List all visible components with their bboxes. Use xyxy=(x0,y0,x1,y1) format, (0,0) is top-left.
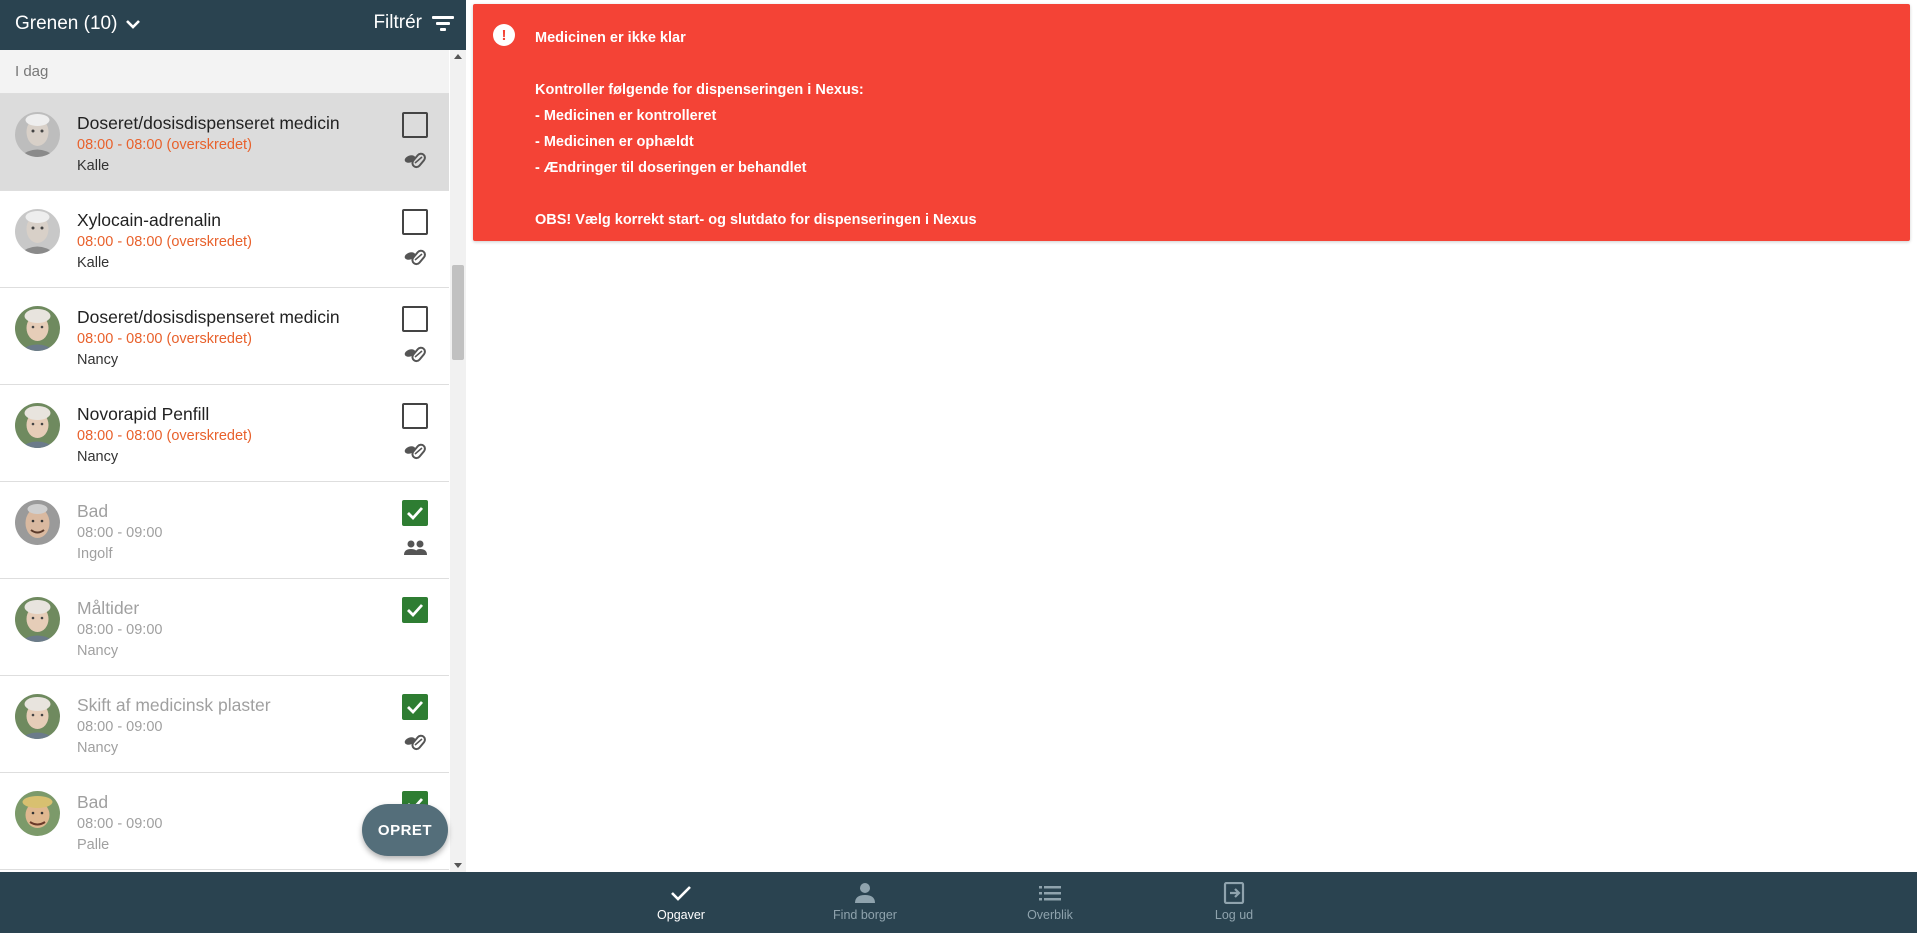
chevron-down-icon xyxy=(126,20,141,29)
alert-line: OBS! Vælg korrekt start- og slutdato for… xyxy=(535,212,977,228)
task-checkbox[interactable] xyxy=(402,403,428,429)
nav-label: Find borger xyxy=(833,908,897,922)
filter-icon xyxy=(432,15,454,31)
task-item[interactable]: Skift af medicinsk plaster 08:00 - 09:00… xyxy=(0,676,449,773)
avatar xyxy=(15,112,60,157)
task-checkbox[interactable] xyxy=(402,209,428,235)
alert-line: - Ændringer til doseringen er behandlet xyxy=(535,160,807,176)
create-button[interactable]: OPRET xyxy=(362,804,448,856)
section-label: I dag xyxy=(0,50,449,94)
task-checkbox[interactable] xyxy=(402,597,428,623)
alert-line: - Medicinen er ophældt xyxy=(535,134,694,150)
alert-line: Kontroller følgende for dispenseringen i… xyxy=(535,82,864,98)
task-checkbox[interactable] xyxy=(402,306,428,332)
task-time: 08:00 - 08:00 (overskredet) xyxy=(77,428,252,444)
check-icon xyxy=(407,701,424,715)
task-item[interactable]: Doseret/dosisdispenseret medicin 08:00 -… xyxy=(0,94,449,191)
logout-icon xyxy=(1223,882,1245,904)
task-title: Bad xyxy=(77,792,109,812)
avatar xyxy=(15,209,60,254)
task-item[interactable]: Xylocain-adrenalin 08:00 - 08:00 (oversk… xyxy=(0,191,449,288)
medicine-icon xyxy=(404,249,426,266)
task-time: 08:00 - 09:00 xyxy=(77,719,163,735)
people-icon xyxy=(404,540,427,555)
nav-label: Overblik xyxy=(1027,908,1073,922)
check-icon xyxy=(407,507,424,521)
task-time: 08:00 - 08:00 (overskredet) xyxy=(77,331,252,347)
task-time: 08:00 - 08:00 (overskredet) xyxy=(77,234,252,250)
scroll-down-arrow-icon[interactable] xyxy=(454,863,462,868)
task-checkbox[interactable] xyxy=(402,500,428,526)
avatar xyxy=(15,403,60,448)
medicine-icon xyxy=(404,346,426,363)
exclamation-icon: ! xyxy=(493,24,515,46)
task-title: Skift af medicinsk plaster xyxy=(77,695,271,715)
task-time: 08:00 - 08:00 (overskredet) xyxy=(77,137,252,153)
task-person: Ingolf xyxy=(77,546,113,562)
task-panel: Grenen (10) Filtrér I dag Doseret/dosisd… xyxy=(0,0,466,872)
nav-item-opgaver[interactable]: Opgaver xyxy=(621,872,741,933)
task-item[interactable]: Bad 08:00 - 09:00 Ingolf xyxy=(0,482,449,579)
task-panel-header: Grenen (10) Filtrér xyxy=(0,0,466,50)
check-icon xyxy=(407,604,424,618)
task-item[interactable]: Novorapid Penfill 08:00 - 08:00 (overskr… xyxy=(0,385,449,482)
filter-button[interactable]: Filtrér xyxy=(373,12,454,34)
task-checkbox[interactable] xyxy=(402,112,428,138)
task-time: 08:00 - 09:00 xyxy=(77,816,163,832)
task-list-area: I dag Doseret/dosisdispenseret medicin 0… xyxy=(0,50,466,872)
check-icon xyxy=(671,886,691,901)
bottom-nav: Opgaver Find borger Overblik Log ud xyxy=(0,872,1917,933)
task-person: Nancy xyxy=(77,643,119,659)
avatar xyxy=(15,500,60,545)
task-title: Xylocain-adrenalin xyxy=(77,210,221,230)
task-item[interactable]: Måltider 08:00 - 09:00 Nancy xyxy=(0,579,449,676)
medicine-icon xyxy=(404,152,426,169)
task-person: Nancy xyxy=(77,740,119,756)
alert-line xyxy=(535,181,977,207)
alert-line xyxy=(535,51,977,77)
app: Grenen (10) Filtrér I dag Doseret/dosisd… xyxy=(0,0,1917,933)
alert-line: Medicinen er ikke klar xyxy=(535,30,686,46)
medicine-icon xyxy=(404,734,426,751)
task-time: 08:00 - 09:00 xyxy=(77,525,163,541)
task-title: Måltider xyxy=(77,598,140,618)
person-icon xyxy=(855,883,875,903)
task-list[interactable]: I dag Doseret/dosisdispenseret medicin 0… xyxy=(0,50,449,872)
nav-label: Opgaver xyxy=(657,908,705,922)
list-icon xyxy=(1039,886,1061,901)
nav-item-log-ud[interactable]: Log ud xyxy=(1174,872,1294,933)
alert-line: - Medicinen er kontrolleret xyxy=(535,108,717,124)
task-person: Kalle xyxy=(77,255,110,271)
group-title: Grenen (10) xyxy=(15,13,118,34)
nav-label: Log ud xyxy=(1214,908,1254,922)
filter-label: Filtrér xyxy=(373,12,422,33)
avatar xyxy=(15,597,60,642)
task-person: Nancy xyxy=(77,449,119,465)
avatar xyxy=(15,791,60,836)
scroll-thumb[interactable] xyxy=(452,265,464,360)
task-time: 08:00 - 09:00 xyxy=(77,622,163,638)
nav-item-find-borger[interactable]: Find borger xyxy=(805,872,925,933)
alert-message: Medicinen er ikke klar Kontroller følgen… xyxy=(535,25,977,233)
task-person: Kalle xyxy=(77,158,110,174)
medicine-icon xyxy=(404,443,426,460)
scrollbar[interactable] xyxy=(450,50,466,872)
group-selector[interactable]: Grenen (10) xyxy=(15,13,141,35)
task-title: Bad xyxy=(77,501,109,521)
task-title: Novorapid Penfill xyxy=(77,404,210,424)
alert-banner: ! Medicinen er ikke klar Kontroller følg… xyxy=(473,4,1910,241)
nav-item-overblik[interactable]: Overblik xyxy=(990,872,1110,933)
task-title: Doseret/dosisdispenseret medicin xyxy=(77,307,340,327)
task-checkbox[interactable] xyxy=(402,694,428,720)
task-person: Palle xyxy=(77,837,110,853)
avatar xyxy=(15,694,60,739)
task-person: Nancy xyxy=(77,352,119,368)
avatar xyxy=(15,306,60,351)
task-item[interactable]: Doseret/dosisdispenseret medicin 08:00 -… xyxy=(0,288,449,385)
task-title: Doseret/dosisdispenseret medicin xyxy=(77,113,340,133)
scroll-up-arrow-icon[interactable] xyxy=(454,54,462,59)
